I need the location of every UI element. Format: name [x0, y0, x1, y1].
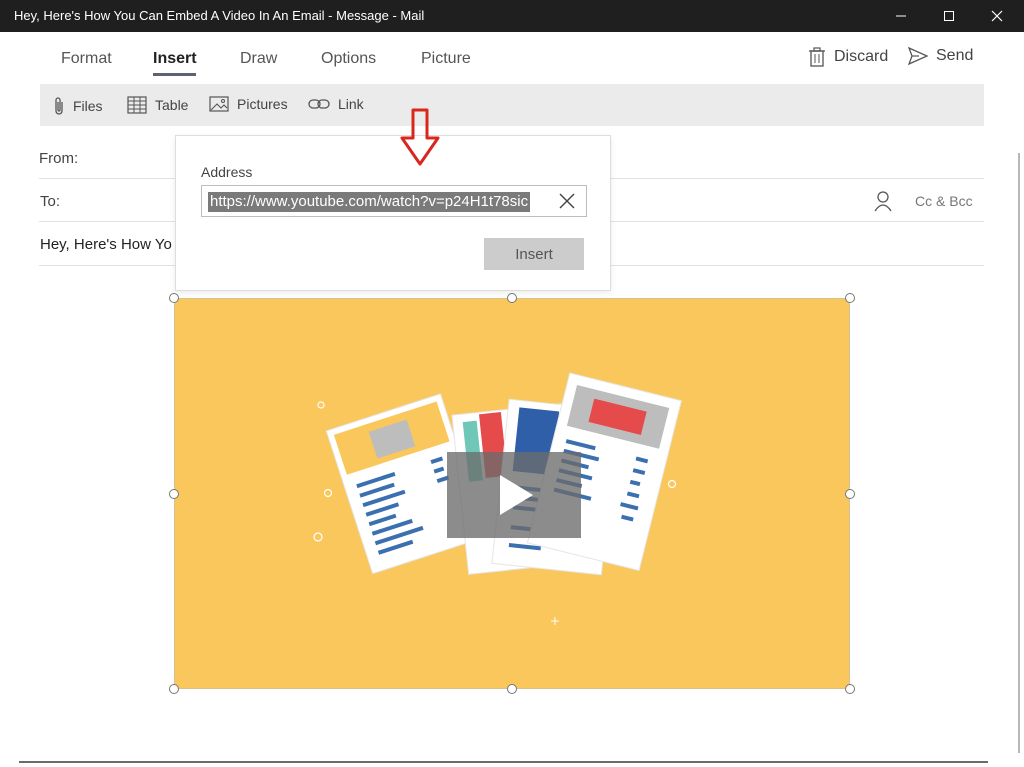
resize-handle-left[interactable] [169, 489, 179, 499]
resize-handle-bottom-left[interactable] [169, 684, 179, 694]
table-button[interactable]: Table [127, 96, 188, 114]
insert-button[interactable]: Insert [484, 238, 584, 270]
annotation-arrow-icon [398, 108, 442, 173]
insert-link-popup: Address https://www.youtube.com/watch?v=… [175, 135, 611, 291]
bottom-divider [19, 761, 988, 763]
title-bar: Hey, Here's How You Can Embed A Video In… [0, 0, 1024, 32]
insert-toolbar: Files Table Pictures Link [40, 84, 984, 126]
tab-format[interactable]: Format [61, 50, 112, 68]
maximize-icon [944, 11, 954, 21]
discard-button[interactable]: Discard [808, 47, 888, 67]
address-input[interactable]: https://www.youtube.com/watch?v=p24H1t78… [201, 185, 587, 217]
picture-icon [209, 96, 229, 112]
tab-options[interactable]: Options [321, 50, 376, 68]
paperclip-icon [55, 97, 63, 115]
person-icon [874, 191, 892, 212]
from-label: From: [39, 150, 79, 167]
link-label: Link [338, 96, 364, 112]
table-label: Table [155, 97, 189, 113]
link-icon [308, 99, 330, 109]
cc-bcc-button[interactable]: Cc & Bcc [915, 193, 973, 209]
close-icon [559, 193, 575, 209]
resize-handle-bottom[interactable] [507, 684, 517, 694]
files-button[interactable]: Files [53, 96, 103, 116]
resize-handle-top[interactable] [507, 293, 517, 303]
maximize-button[interactable] [926, 0, 972, 32]
minimize-icon [896, 15, 906, 17]
close-icon [991, 10, 1003, 22]
active-tab-indicator [153, 73, 196, 76]
pictures-label: Pictures [237, 96, 288, 112]
clear-address-button[interactable] [558, 192, 576, 215]
to-label: To: [40, 193, 61, 210]
contacts-button[interactable] [872, 190, 894, 217]
scrollbar[interactable] [1017, 40, 1024, 755]
send-icon [908, 47, 928, 65]
resize-handle-top-right[interactable] [845, 293, 855, 303]
tab-draw[interactable]: Draw [240, 50, 277, 68]
send-button[interactable]: Send [908, 47, 973, 65]
pictures-button[interactable]: Pictures [209, 96, 288, 112]
minimize-button[interactable] [878, 0, 924, 32]
resize-handle-right[interactable] [845, 489, 855, 499]
close-button[interactable] [974, 0, 1020, 32]
subject-field[interactable]: Hey, Here's How Yo [40, 236, 172, 253]
files-label: Files [73, 98, 103, 114]
link-button[interactable]: Link [308, 96, 364, 112]
resize-handle-bottom-right[interactable] [845, 684, 855, 694]
tab-picture[interactable]: Picture [421, 50, 471, 68]
video-thumbnail[interactable] [174, 298, 850, 689]
send-label: Send [936, 47, 974, 64]
address-input-value: https://www.youtube.com/watch?v=p24H1t78… [208, 192, 531, 212]
table-icon [127, 96, 147, 114]
tab-insert[interactable]: Insert [153, 50, 197, 68]
thumbnail-illustration [313, 372, 682, 625]
discard-label: Discard [834, 48, 889, 65]
window-title: Hey, Here's How You Can Embed A Video In… [14, 8, 425, 23]
address-label: Address [201, 164, 253, 180]
resize-handle-top-left[interactable] [169, 293, 179, 303]
trash-icon [809, 47, 825, 67]
